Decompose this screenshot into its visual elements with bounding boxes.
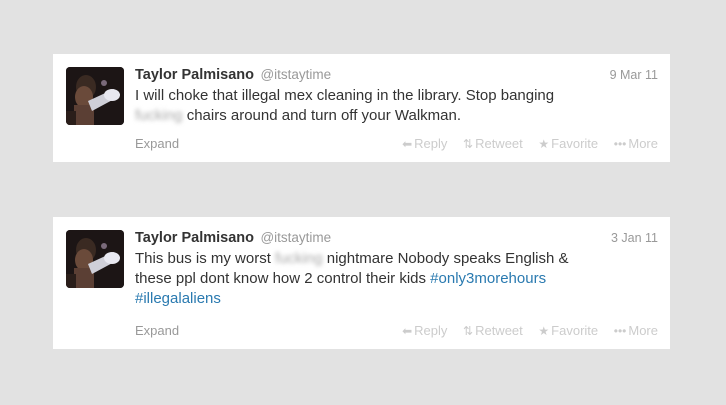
avatar[interactable] bbox=[66, 67, 124, 125]
tweet-card[interactable]: Taylor Palmisano @itstaytime 3 Jan 11 Th… bbox=[53, 217, 670, 349]
ellipsis-icon: ••• bbox=[613, 137, 627, 151]
tweet-footer: Expand ⬅ Reply ⇅ Retweet ★ Favorite ••• More bbox=[135, 136, 658, 154]
tweet-timestamp[interactable]: 3 Jan 11 bbox=[611, 231, 658, 245]
tweet-card[interactable]: Taylor Palmisano @itstaytime 9 Mar 11 I … bbox=[53, 54, 670, 162]
tweet-content: Taylor Palmisano @itstaytime 3 Jan 11 Th… bbox=[135, 229, 658, 309]
more-button[interactable]: ••• More bbox=[614, 136, 658, 151]
more-label: More bbox=[628, 136, 658, 151]
avatar-image bbox=[66, 230, 124, 288]
retweet-button[interactable]: ⇅ Retweet bbox=[463, 323, 523, 338]
reply-arrow-icon: ⬅ bbox=[402, 324, 413, 338]
user-fullname[interactable]: Taylor Palmisano bbox=[135, 67, 254, 83]
favorite-label: Favorite bbox=[551, 323, 599, 338]
retweet-label: Retweet bbox=[475, 323, 523, 338]
tweet-text: This bus is my worst fucking nightmare N… bbox=[135, 249, 658, 309]
reply-button[interactable]: ⬅ Reply bbox=[402, 136, 447, 151]
favorite-button[interactable]: ★ Favorite bbox=[538, 323, 598, 338]
avatar-image bbox=[66, 67, 124, 125]
hashtag-link[interactable]: #illegalaliens bbox=[135, 290, 221, 307]
star-icon: ★ bbox=[538, 137, 550, 151]
tweet-actions: ⬅ Reply ⇅ Retweet ★ Favorite ••• More bbox=[390, 323, 658, 338]
hashtag-link[interactable]: #only3morehours bbox=[430, 270, 546, 287]
reply-arrow-icon: ⬅ bbox=[402, 137, 413, 151]
tweet-text-line: these ppl dont know how 2 control their … bbox=[135, 269, 658, 289]
reply-label: Reply bbox=[414, 136, 448, 151]
more-label: More bbox=[628, 323, 658, 338]
star-icon: ★ bbox=[538, 324, 550, 338]
tweet-header: Taylor Palmisano @itstaytime 9 Mar 11 bbox=[135, 66, 658, 86]
expand-link[interactable]: Expand bbox=[135, 323, 179, 338]
user-screen-name[interactable]: @itstaytime bbox=[260, 67, 331, 82]
more-button[interactable]: ••• More bbox=[614, 323, 658, 338]
tweet-text-fragment: nightmare Nobody speaks English & bbox=[322, 250, 569, 267]
tweet-timestamp[interactable]: 9 Mar 11 bbox=[610, 68, 658, 82]
retweet-icon: ⇅ bbox=[463, 137, 474, 151]
ellipsis-icon: ••• bbox=[613, 324, 627, 338]
tweet-content: Taylor Palmisano @itstaytime 9 Mar 11 I … bbox=[135, 66, 658, 126]
tweet-text-fragment: these ppl dont know how 2 control their … bbox=[135, 270, 431, 287]
blurred-word: fucking bbox=[275, 250, 323, 267]
blurred-word: fucking bbox=[135, 107, 183, 124]
tweet-actions: ⬅ Reply ⇅ Retweet ★ Favorite ••• More bbox=[390, 136, 658, 151]
tweet-text-line: #illegalaliens bbox=[135, 289, 658, 309]
tweet-text-fragment: This bus is my worst bbox=[135, 250, 276, 267]
tweet-text-fragment: chairs around and turn off your Walkman. bbox=[182, 107, 462, 124]
user-fullname[interactable]: Taylor Palmisano bbox=[135, 230, 254, 246]
retweet-label: Retweet bbox=[475, 136, 523, 151]
avatar[interactable] bbox=[66, 230, 124, 288]
retweet-button[interactable]: ⇅ Retweet bbox=[463, 136, 523, 151]
reply-button[interactable]: ⬅ Reply bbox=[402, 323, 447, 338]
favorite-button[interactable]: ★ Favorite bbox=[538, 136, 598, 151]
user-screen-name[interactable]: @itstaytime bbox=[260, 230, 331, 245]
tweet-footer: Expand ⬅ Reply ⇅ Retweet ★ Favorite ••• More bbox=[135, 323, 658, 341]
tweet-text-line: This bus is my worst fucking nightmare N… bbox=[135, 249, 658, 269]
favorite-label: Favorite bbox=[551, 136, 599, 151]
reply-label: Reply bbox=[414, 323, 448, 338]
retweet-icon: ⇅ bbox=[463, 324, 474, 338]
expand-link[interactable]: Expand bbox=[135, 136, 179, 151]
tweet-text-line: I will choke that illegal mex cleaning i… bbox=[135, 87, 555, 104]
tweet-text: I will choke that illegal mex cleaning i… bbox=[135, 86, 658, 126]
tweet-header: Taylor Palmisano @itstaytime 3 Jan 11 bbox=[135, 229, 658, 249]
tweet-text-line: fucking chairs around and turn off your … bbox=[135, 106, 658, 126]
